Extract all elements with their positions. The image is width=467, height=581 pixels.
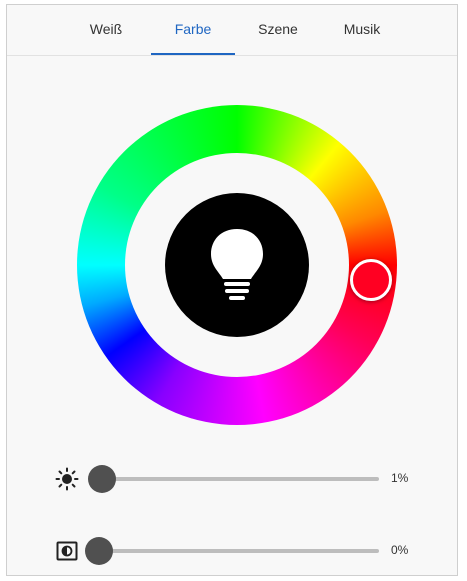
tab-musik[interactable]: Musik: [327, 21, 397, 55]
brightness-value: 1%: [391, 471, 409, 485]
sun-icon: [55, 467, 79, 491]
saturation-row: 0%: [7, 535, 457, 567]
light-control-panel: Weiß Farbe Szene Musik 1% 0%: [6, 4, 458, 576]
color-wheel[interactable]: [77, 105, 397, 425]
tab-weiss[interactable]: Weiß: [71, 21, 141, 55]
brightness-track[interactable]: [99, 477, 379, 481]
lightbulb-icon: [211, 229, 263, 300]
tab-bar: Weiß Farbe Szene Musik: [7, 5, 457, 56]
saturation-track[interactable]: [99, 549, 379, 553]
brightness-row: 1%: [7, 463, 457, 495]
lightbulb-toggle[interactable]: [165, 193, 309, 337]
saturation-slider-thumb[interactable]: [85, 537, 113, 565]
color-picker-handle[interactable]: [350, 259, 392, 301]
saturation-value: 0%: [391, 543, 409, 557]
tab-szene[interactable]: Szene: [243, 21, 313, 55]
brightness-slider-thumb[interactable]: [87, 465, 116, 493]
contrast-icon: [56, 541, 78, 561]
tab-farbe[interactable]: Farbe: [151, 21, 235, 55]
